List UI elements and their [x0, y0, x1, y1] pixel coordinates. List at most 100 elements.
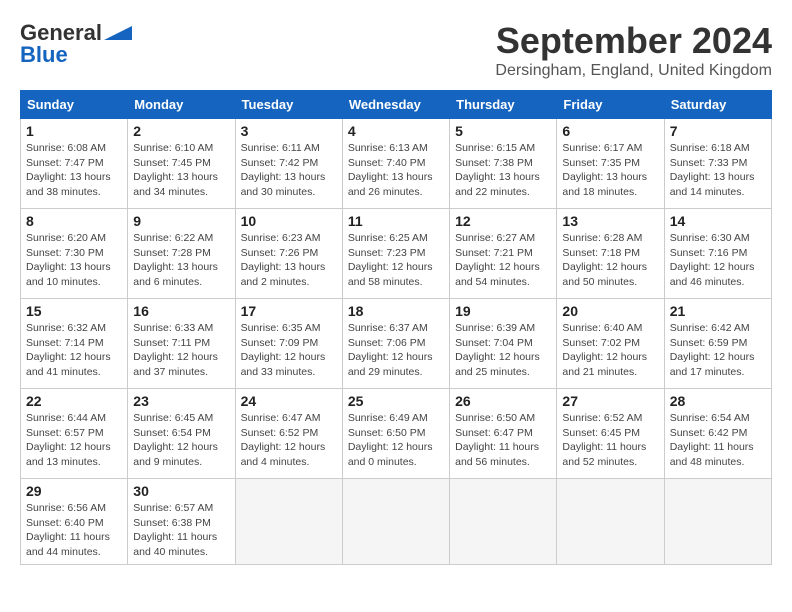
month-title: September 2024	[495, 20, 772, 62]
calendar-day-cell: 29 Sunrise: 6:56 AMSunset: 6:40 PMDayligh…	[21, 479, 128, 565]
day-info: Sunrise: 6:42 AMSunset: 6:59 PMDaylight:…	[670, 321, 766, 380]
day-number: 25	[348, 393, 444, 409]
logo-icon	[104, 26, 132, 40]
day-info: Sunrise: 6:56 AMSunset: 6:40 PMDaylight:…	[26, 501, 122, 560]
calendar-day-header: Wednesday	[342, 91, 449, 119]
calendar-day-cell: 14 Sunrise: 6:30 AMSunset: 7:16 PMDayligh…	[664, 209, 771, 299]
day-info: Sunrise: 6:32 AMSunset: 7:14 PMDaylight:…	[26, 321, 122, 380]
day-number: 5	[455, 123, 551, 139]
calendar-day-cell: 15Sunrise: 6:32 AMSunset: 7:14 PMDayligh…	[21, 299, 128, 389]
day-info: Sunrise: 6:30 AMSunset: 7:16 PMDaylight:…	[670, 231, 766, 290]
calendar-day-cell: 12Sunrise: 6:27 AMSunset: 7:21 PMDayligh…	[450, 209, 557, 299]
calendar-day-cell: 1 Sunrise: 6:08 AMSunset: 7:47 PMDaylight…	[21, 119, 128, 209]
calendar-day-cell: 20 Sunrise: 6:40 AMSunset: 7:02 PMDayligh…	[557, 299, 664, 389]
day-info: Sunrise: 6:20 AMSunset: 7:30 PMDaylight:…	[26, 231, 122, 290]
day-number: 18	[348, 303, 444, 319]
day-number: 30	[133, 483, 229, 499]
day-info: Sunrise: 6:39 AMSunset: 7:04 PMDaylight:…	[455, 321, 551, 380]
day-number: 29	[26, 483, 122, 499]
calendar-week-row: 29 Sunrise: 6:56 AMSunset: 6:40 PMDayligh…	[21, 479, 772, 565]
day-info: Sunrise: 6:10 AMSunset: 7:45 PMDaylight:…	[133, 141, 229, 200]
calendar-day-cell: 26 Sunrise: 6:50 AMSunset: 6:47 PMDayligh…	[450, 389, 557, 479]
day-number: 26	[455, 393, 551, 409]
calendar-week-row: 15Sunrise: 6:32 AMSunset: 7:14 PMDayligh…	[21, 299, 772, 389]
logo-blue: Blue	[20, 42, 68, 68]
day-number: 27	[562, 393, 658, 409]
day-number: 24	[241, 393, 337, 409]
day-info: Sunrise: 6:50 AMSunset: 6:47 PMDaylight:…	[455, 411, 551, 470]
calendar-week-row: 8 Sunrise: 6:20 AMSunset: 7:30 PMDaylight…	[21, 209, 772, 299]
calendar-day-header: Tuesday	[235, 91, 342, 119]
day-number: 3	[241, 123, 337, 139]
day-info: Sunrise: 6:40 AMSunset: 7:02 PMDaylight:…	[562, 321, 658, 380]
calendar-day-cell: 6Sunrise: 6:17 AMSunset: 7:35 PMDaylight…	[557, 119, 664, 209]
calendar-day-cell: 9 Sunrise: 6:22 AMSunset: 7:28 PMDaylight…	[128, 209, 235, 299]
calendar-day-header: Sunday	[21, 91, 128, 119]
calendar-day-header: Thursday	[450, 91, 557, 119]
calendar-day-cell: 22 Sunrise: 6:44 AMSunset: 6:57 PMDayligh…	[21, 389, 128, 479]
day-info: Sunrise: 6:11 AMSunset: 7:42 PMDaylight:…	[241, 141, 337, 200]
calendar-day-cell	[235, 479, 342, 565]
calendar-day-cell: 10 Sunrise: 6:23 AMSunset: 7:26 PMDayligh…	[235, 209, 342, 299]
calendar-day-cell: 16 Sunrise: 6:33 AMSunset: 7:11 PMDayligh…	[128, 299, 235, 389]
day-number: 8	[26, 213, 122, 229]
day-info: Sunrise: 6:15 AMSunset: 7:38 PMDaylight:…	[455, 141, 551, 200]
calendar-day-cell: 21 Sunrise: 6:42 AMSunset: 6:59 PMDayligh…	[664, 299, 771, 389]
day-number: 28	[670, 393, 766, 409]
day-number: 1	[26, 123, 122, 139]
calendar-day-cell: 4Sunrise: 6:13 AMSunset: 7:40 PMDaylight…	[342, 119, 449, 209]
day-number: 13	[562, 213, 658, 229]
calendar-day-cell: 27 Sunrise: 6:52 AMSunset: 6:45 PMDayligh…	[557, 389, 664, 479]
calendar-day-header: Friday	[557, 91, 664, 119]
day-number: 17	[241, 303, 337, 319]
location: Dersingham, England, United Kingdom	[495, 62, 772, 80]
calendar-day-cell: 28Sunrise: 6:54 AMSunset: 6:42 PMDayligh…	[664, 389, 771, 479]
day-number: 19	[455, 303, 551, 319]
title-block: September 2024 Dersingham, England, Unit…	[495, 20, 772, 80]
day-info: Sunrise: 6:23 AMSunset: 7:26 PMDaylight:…	[241, 231, 337, 290]
day-info: Sunrise: 6:13 AMSunset: 7:40 PMDaylight:…	[348, 141, 444, 200]
day-info: Sunrise: 6:18 AMSunset: 7:33 PMDaylight:…	[670, 141, 766, 200]
calendar-day-cell: 8 Sunrise: 6:20 AMSunset: 7:30 PMDaylight…	[21, 209, 128, 299]
day-number: 23	[133, 393, 229, 409]
day-number: 22	[26, 393, 122, 409]
calendar-day-cell: 13Sunrise: 6:28 AMSunset: 7:18 PMDayligh…	[557, 209, 664, 299]
day-info: Sunrise: 6:35 AMSunset: 7:09 PMDaylight:…	[241, 321, 337, 380]
day-info: Sunrise: 6:57 AMSunset: 6:38 PMDaylight:…	[133, 501, 229, 560]
day-number: 12	[455, 213, 551, 229]
calendar-day-header: Saturday	[664, 91, 771, 119]
day-info: Sunrise: 6:25 AMSunset: 7:23 PMDaylight:…	[348, 231, 444, 290]
logo: General Blue	[20, 20, 132, 68]
header: General Blue September 2024 Dersingham, …	[20, 20, 772, 80]
day-info: Sunrise: 6:37 AMSunset: 7:06 PMDaylight:…	[348, 321, 444, 380]
day-info: Sunrise: 6:44 AMSunset: 6:57 PMDaylight:…	[26, 411, 122, 470]
day-info: Sunrise: 6:08 AMSunset: 7:47 PMDaylight:…	[26, 141, 122, 200]
day-info: Sunrise: 6:22 AMSunset: 7:28 PMDaylight:…	[133, 231, 229, 290]
day-number: 10	[241, 213, 337, 229]
day-number: 6	[562, 123, 658, 139]
day-number: 14	[670, 213, 766, 229]
calendar-day-cell: 18 Sunrise: 6:37 AMSunset: 7:06 PMDayligh…	[342, 299, 449, 389]
day-info: Sunrise: 6:45 AMSunset: 6:54 PMDaylight:…	[133, 411, 229, 470]
day-number: 7	[670, 123, 766, 139]
day-number: 20	[562, 303, 658, 319]
day-number: 9	[133, 213, 229, 229]
calendar-day-cell: 17 Sunrise: 6:35 AMSunset: 7:09 PMDayligh…	[235, 299, 342, 389]
calendar-day-cell: 24 Sunrise: 6:47 AMSunset: 6:52 PMDayligh…	[235, 389, 342, 479]
calendar-day-cell: 5 Sunrise: 6:15 AMSunset: 7:38 PMDaylight…	[450, 119, 557, 209]
day-number: 11	[348, 213, 444, 229]
day-number: 21	[670, 303, 766, 319]
calendar-day-cell: 23 Sunrise: 6:45 AMSunset: 6:54 PMDayligh…	[128, 389, 235, 479]
day-info: Sunrise: 6:49 AMSunset: 6:50 PMDaylight:…	[348, 411, 444, 470]
day-number: 2	[133, 123, 229, 139]
calendar-day-cell	[450, 479, 557, 565]
day-info: Sunrise: 6:52 AMSunset: 6:45 PMDaylight:…	[562, 411, 658, 470]
calendar-day-cell	[557, 479, 664, 565]
calendar-day-cell: 3 Sunrise: 6:11 AMSunset: 7:42 PMDaylight…	[235, 119, 342, 209]
calendar-day-cell: 30 Sunrise: 6:57 AMSunset: 6:38 PMDayligh…	[128, 479, 235, 565]
calendar: SundayMondayTuesdayWednesdayThursdayFrid…	[20, 90, 772, 565]
day-info: Sunrise: 6:33 AMSunset: 7:11 PMDaylight:…	[133, 321, 229, 380]
day-number: 16	[133, 303, 229, 319]
calendar-header-row: SundayMondayTuesdayWednesdayThursdayFrid…	[21, 91, 772, 119]
day-info: Sunrise: 6:47 AMSunset: 6:52 PMDaylight:…	[241, 411, 337, 470]
